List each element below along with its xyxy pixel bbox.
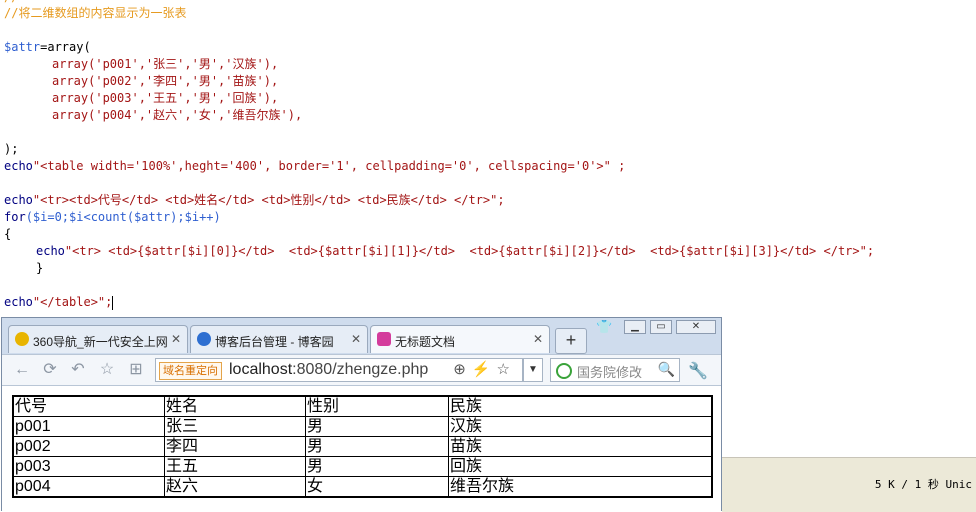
table-row: p003 王五男回族	[12, 456, 713, 477]
header-cell: 性别	[305, 395, 449, 417]
minimize-button[interactable]: ▁	[624, 320, 646, 334]
search-engine-logo-icon	[556, 363, 572, 379]
data-cell: 苗族	[448, 436, 713, 457]
browser-window[interactable]: 360导航_新一代安全上网 ✕ 博客后台管理 - 博客园 ✕ 无标题文档 ✕ +…	[1, 317, 722, 511]
close-window-button[interactable]: ✕	[676, 320, 716, 334]
cnblogs-logo-icon	[197, 332, 211, 346]
lightning-icon[interactable]: ⚡	[472, 361, 497, 378]
url-host: localhost	[229, 361, 293, 378]
echo-table-string: "<table width='100%',heght='400', border…	[32, 159, 626, 173]
echo-end-string: "</table>";	[32, 295, 113, 309]
code-open-brace: {	[4, 227, 12, 241]
360-logo-icon	[15, 332, 29, 346]
code-attr-declaration: $attr=array(	[4, 39, 91, 56]
tab-360-nav[interactable]: 360导航_新一代安全上网 ✕	[8, 325, 188, 353]
bookmark-star-icon[interactable]: ☆	[497, 361, 516, 378]
result-table: 代号 姓名 性别 民族 p001 张三男汉族 p002 李四男苗族 p003 王五男回族 p004 赵…	[12, 395, 713, 498]
page-content: 代号 姓名 性别 民族 p001 张三男汉族 p002 李四男苗族 p003 王五男回族 p004 赵…	[2, 386, 721, 511]
status-text: 5 K / 1 秒 Unic	[874, 478, 972, 491]
address-bar[interactable]: 域名重定向 localhost:8080/zhengze.php ⊕⚡☆	[155, 358, 523, 382]
zoom-icon[interactable]: ⊕	[453, 361, 472, 378]
echo-keyword: echo	[4, 193, 33, 207]
apps-grid-icon[interactable]: ⊞	[126, 360, 146, 380]
echo-keyword: echo	[36, 244, 65, 258]
tab-cnblogs[interactable]: 博客后台管理 - 博客园 ✕	[190, 325, 368, 353]
code-echo-end: echo"</table>";	[4, 294, 114, 311]
data-cell: p002	[12, 436, 165, 457]
code-comment-line: //将二维数组的内容显示为一张表	[4, 6, 187, 20]
echo-header-string: "<tr><td>代号</td> <td>姓名</td> <td>性别</td>…	[32, 193, 505, 207]
close-icon[interactable]: ✕	[351, 332, 361, 346]
data-cell: 李四	[164, 436, 306, 457]
table-row: p004 赵六女维吾尔族	[12, 476, 713, 498]
redirect-badge: 域名重定向	[159, 362, 222, 380]
data-cell: 男	[305, 436, 449, 457]
for-keyword: for	[4, 210, 26, 224]
data-cell: p004	[12, 476, 165, 498]
data-cell: p003	[12, 456, 165, 477]
refresh-icon[interactable]: ⟳	[40, 360, 60, 380]
header-cell: 代号	[12, 395, 165, 417]
code-for-loop: for($i=0;$i<count($attr);$i++)	[4, 209, 221, 226]
code-close-paren: );	[4, 142, 19, 156]
data-cell: 男	[305, 416, 449, 437]
data-cell: p001	[12, 416, 165, 437]
maximize-button[interactable]: ▭	[650, 320, 672, 334]
tab-untitled-doc[interactable]: 无标题文档 ✕	[370, 325, 550, 353]
code-array-row-2: array('p002','李四','男','苗族'),	[52, 74, 279, 88]
address-dropdown-button[interactable]: ▼	[523, 358, 543, 382]
search-input[interactable]: 国务院修改	[577, 362, 642, 381]
search-icon[interactable]: 🔍	[658, 361, 675, 378]
header-cell: 姓名	[164, 395, 306, 417]
table-row: p001 张三男汉族	[12, 416, 713, 437]
tab-label: 无标题文档	[395, 335, 456, 349]
echo-row-string: "<tr> <td>{$attr[$i][0]}</td> <td>{$attr…	[64, 244, 875, 258]
url-path: :8080/zhengze.php	[292, 361, 429, 378]
data-cell: 汉族	[448, 416, 713, 437]
code-array-row-1: array('p001','张三','男','汉族'),	[52, 57, 279, 71]
tools-wrench-icon[interactable]: 🔧	[688, 361, 708, 381]
data-cell: 女	[305, 476, 449, 498]
navigation-bar: ← ⟳ ↶ ☆ ⊞ 域名重定向 localhost:8080/zhengze.p…	[2, 354, 721, 386]
attr-variable: $attr	[4, 40, 41, 54]
data-cell: 回族	[448, 456, 713, 477]
code-echo-table: echo"<table width='100%',heght='400', bo…	[4, 158, 625, 175]
table-row: p002 李四男苗族	[12, 436, 713, 457]
close-icon[interactable]: ✕	[171, 332, 181, 346]
tab-label: 博客后台管理 - 博客园	[215, 335, 334, 349]
code-echo-header: echo"<tr><td>代号</td> <td>姓名</td> <td>性别<…	[4, 192, 505, 209]
close-icon[interactable]: ✕	[533, 332, 543, 346]
page-icon	[377, 332, 391, 346]
echo-keyword: echo	[4, 159, 33, 173]
new-tab-button[interactable]: +	[555, 328, 587, 354]
data-cell: 王五	[164, 456, 306, 477]
editor-status-bar: 5 K / 1 秒 Unic	[722, 457, 976, 512]
search-box[interactable]: 国务院修改 🔍	[550, 358, 680, 382]
tab-bar: 360导航_新一代安全上网 ✕ 博客后台管理 - 博客园 ✕ 无标题文档 ✕ +…	[2, 318, 721, 354]
code-array-row-4: array('p004','赵六','女','维吾尔族'),	[52, 108, 303, 122]
data-cell: 张三	[164, 416, 306, 437]
for-condition: ($i=0;$i<count($attr);$i++)	[25, 210, 221, 224]
header-cell: 民族	[448, 395, 713, 417]
skin-icon[interactable]: 👕	[596, 319, 612, 335]
address-actions: ⊕⚡☆	[453, 360, 516, 378]
tab-label: 360导航_新一代安全上网	[33, 335, 168, 349]
echo-keyword: echo	[4, 295, 33, 309]
data-cell: 男	[305, 456, 449, 477]
code-echo-row: echo"<tr> <td>{$attr[$i][0]}</td> <td>{$…	[36, 243, 874, 260]
data-cell: 赵六	[164, 476, 306, 498]
code-close-brace: }	[36, 261, 44, 275]
table-header-row: 代号 姓名 性别 民族	[12, 395, 713, 417]
text-cursor	[112, 295, 114, 310]
favorite-star-icon[interactable]: ☆	[97, 360, 117, 380]
undo-close-icon[interactable]: ↶	[68, 360, 88, 380]
code-array-row-3: array('p003','王五','男','回族'),	[52, 91, 279, 105]
address-url[interactable]: localhost:8080/zhengze.php	[229, 361, 428, 379]
back-icon[interactable]: ←	[12, 360, 32, 380]
data-cell: 维吾尔族	[448, 476, 713, 498]
attr-array-open: =array(	[40, 40, 91, 54]
